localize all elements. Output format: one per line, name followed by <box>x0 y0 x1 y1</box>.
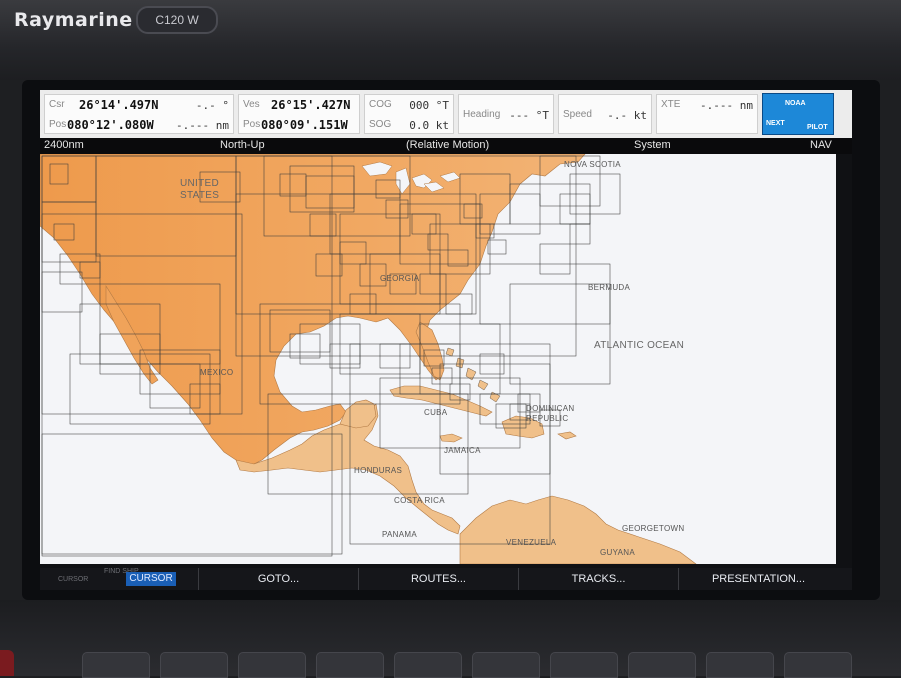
hardware-softkey-4[interactable] <box>316 652 384 678</box>
label-guyana: GUYANA <box>600 548 635 557</box>
softkey-tracks[interactable]: TRACKS... <box>518 568 678 590</box>
display-screen: Csr 26°14'.497N -.- ° Pos 080°12'.080W -… <box>40 90 852 590</box>
xte-cell[interactable]: XTE -.--- nm <box>656 94 758 134</box>
nav-indicator: NAV <box>810 139 832 151</box>
hardware-softkey-8[interactable] <box>628 652 696 678</box>
hardware-softkey-1[interactable] <box>82 652 150 678</box>
hardware-softkey-7[interactable] <box>550 652 618 678</box>
model-badge: C120 W <box>136 6 218 34</box>
chart-map[interactable]: UNITED STATES NOVA SCOTIA GEORGIA BERMUD… <box>40 154 836 564</box>
power-button[interactable] <box>0 650 14 676</box>
speed-cell[interactable]: Speed -.- kt <box>558 94 652 134</box>
motion-mode-indicator[interactable]: (Relative Motion) <box>406 139 489 151</box>
hardware-softkey-5[interactable] <box>394 652 462 678</box>
logo-right-text: PILOT <box>807 124 828 131</box>
softkey-cursor[interactable]: CURSOR <box>126 572 176 586</box>
label-atlantic-ocean: ATLANTIC OCEAN <box>594 340 685 351</box>
puerto-rico-island <box>557 431 577 440</box>
speed-value: -.- kt <box>607 109 647 122</box>
data-bar: Csr 26°14'.497N -.- ° Pos 080°12'.080W -… <box>40 90 852 138</box>
jamaica-island <box>439 433 463 443</box>
softkey-bar: CURSOR FIND SHIP CURSOR GOTO... ROUTES..… <box>40 568 852 590</box>
chart-status-bar: 2400nm North-Up (Relative Motion) System… <box>40 138 852 154</box>
cog-label: COG <box>369 99 392 110</box>
cursor-latitude: 26°14'.497N <box>79 98 159 112</box>
system-indicator: System <box>634 139 671 151</box>
label-jamaica: JAMAICA <box>444 446 481 455</box>
device-bezel-top: Raymarine C120 W <box>0 0 901 80</box>
label-venezuela: VENEZUELA <box>506 538 557 547</box>
sog-label: SOG <box>369 119 392 130</box>
orientation-indicator[interactable]: North-Up <box>220 139 265 151</box>
pos-label: Pos <box>49 119 67 130</box>
softkey-cursor-group[interactable]: CURSOR FIND SHIP CURSOR <box>40 568 198 590</box>
brand-logo: Raymarine <box>14 9 133 31</box>
logo-top-text: NOAA <box>785 100 806 107</box>
label-georgia: GEORGIA <box>380 274 420 283</box>
label-nova-scotia: NOVA SCOTIA <box>564 160 621 169</box>
csr-label: Csr <box>49 99 65 110</box>
softkey-small-left: CURSOR <box>58 576 89 583</box>
sog-value: 0.0 kt <box>409 119 449 132</box>
softkey-goto[interactable]: GOTO... <box>198 568 358 590</box>
chart-provider-logo: NOAA NEXT PILOT <box>762 93 834 135</box>
label-georgetown: GEORGETOWN <box>622 524 685 533</box>
cursor-bearing: -.- ° <box>195 99 229 112</box>
heading-value: --- °T <box>509 109 549 122</box>
label-costa-rica: COSTA RICA <box>394 496 445 505</box>
softkey-presentation[interactable]: PRESENTATION... <box>678 568 838 590</box>
label-mexico: MEXICO <box>200 368 234 377</box>
hardware-softkey-2[interactable] <box>160 652 228 678</box>
cursor-range: -.--- nm <box>176 119 229 132</box>
ves-label: Ves <box>243 99 260 110</box>
vessel-longitude: 080°09'.151W <box>261 118 348 132</box>
vessel-position-cell[interactable]: Ves 26°15'.427N Pos 080°09'.151W <box>238 94 360 134</box>
ves-pos-label: Pos <box>243 119 261 130</box>
label-panama: PANAMA <box>382 530 417 539</box>
label-bermuda: BERMUDA <box>588 283 631 292</box>
label-cuba: CUBA <box>424 408 448 417</box>
cog-sog-cell[interactable]: COG 000 °T SOG 0.0 kt <box>364 94 454 134</box>
hardware-softkey-3[interactable] <box>238 652 306 678</box>
hardware-softkey-9[interactable] <box>706 652 774 678</box>
hardware-softkey-10[interactable] <box>784 652 852 678</box>
speed-label: Speed <box>563 109 592 120</box>
cursor-position-cell[interactable]: Csr 26°14'.497N -.- ° Pos 080°12'.080W -… <box>44 94 234 134</box>
hardware-softkey-6[interactable] <box>472 652 540 678</box>
heading-label: Heading <box>463 109 501 120</box>
xte-value: -.--- nm <box>700 99 753 112</box>
label-dominican-republic: DOMINICAN REPUBLIC <box>526 404 575 423</box>
cursor-longitude: 080°12'.080W <box>67 118 154 132</box>
range-indicator[interactable]: 2400nm <box>44 139 84 151</box>
cog-value: 000 °T <box>409 99 449 112</box>
logo-left-text: NEXT <box>766 120 785 127</box>
vessel-latitude: 26°15'.427N <box>271 98 351 112</box>
label-united-states: UNITED STATES <box>180 178 220 201</box>
xte-label: XTE <box>661 99 681 110</box>
heading-cell[interactable]: Heading --- °T <box>458 94 554 134</box>
label-honduras: HONDURAS <box>354 466 403 475</box>
softkey-routes[interactable]: ROUTES... <box>358 568 518 590</box>
